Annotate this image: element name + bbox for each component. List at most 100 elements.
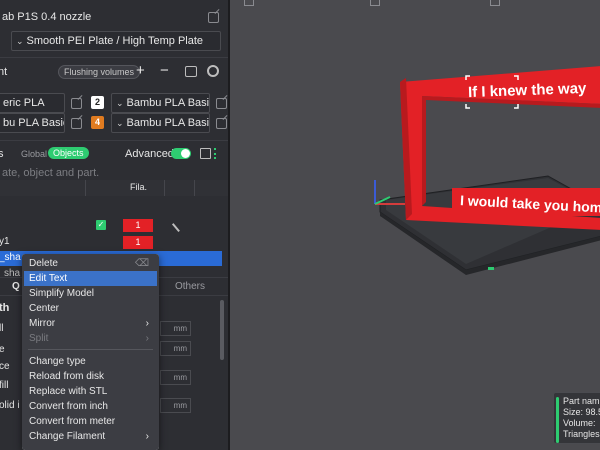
menu-item-replace-with-stl[interactable]: Replace with STL [24, 384, 157, 399]
filament-row-2-material-edit-icon[interactable] [216, 118, 227, 129]
unit-field[interactable]: mm [160, 370, 191, 385]
object-table-header: Fila. [0, 180, 228, 196]
menu-item-label: Edit Text [29, 273, 68, 284]
object-info-panel: Part nam Size: 98.5 Volume: Triangles [553, 392, 600, 444]
plate-select[interactable]: ⌄ Smooth PEI Plate / High Temp Plate [11, 31, 221, 51]
plate-type: Smooth PEI Plate / High Temp Plate [26, 35, 204, 47]
plate-arrange-icon[interactable] [214, 148, 224, 159]
menu-item-convert-from-inch[interactable]: Convert from inch [24, 399, 157, 414]
menu-item-delete[interactable]: Delete ⌫ [24, 256, 157, 271]
paint-brush-icon[interactable] [171, 217, 187, 233]
menu-item-simplify-model[interactable]: Simplify Model [24, 286, 157, 301]
menu-item-reload-from-disk[interactable]: Reload from disk [24, 369, 157, 384]
tab-others[interactable]: Others [175, 281, 205, 292]
menu-item-label: Split [29, 333, 49, 344]
chevron-down-icon: ⌄ [16, 36, 24, 46]
scrollbar[interactable] [220, 300, 224, 360]
printer-select[interactable]: ab P1S 0.4 nozzle [0, 8, 200, 28]
advanced-label: Advanced [125, 148, 174, 160]
object-search-placeholder: ate, object and part. [2, 167, 100, 179]
add-filament-icon[interactable]: + [136, 62, 145, 79]
scene [374, 66, 600, 275]
chevron-down-icon: ⌄ [116, 98, 124, 108]
chevron-right-icon: › [145, 333, 149, 344]
3d-viewport[interactable]: If I knew the way I would take you home [230, 0, 600, 450]
selected-row-name: _sha [0, 252, 21, 263]
menu-item-label: Convert from inch [29, 401, 108, 412]
menu-item-change-type[interactable]: Change type [24, 354, 157, 369]
tab-quality[interactable]: Q [12, 281, 20, 292]
filament-row-2-slot[interactable]: 4 [91, 116, 104, 129]
context-menu: Delete ⌫ Edit Text Simplify Model Center… [22, 254, 159, 450]
row-1-fila[interactable]: 1 [123, 219, 153, 232]
table-row[interactable]: y1 1 [0, 235, 228, 251]
info-size: Size: 98.5 [563, 407, 600, 417]
menu-item-label: Simplify Model [29, 288, 95, 299]
menu-item-label: Replace with STL [29, 386, 108, 397]
remove-filament-icon[interactable]: − [160, 62, 169, 79]
filament-row-2-material[interactable]: ⌄ Bambu PLA Basic [111, 113, 210, 133]
filament-row-2-edit-icon[interactable] [71, 118, 82, 129]
filament-row-1-material-edit-icon[interactable] [216, 98, 227, 109]
menu-item-mirror[interactable]: Mirror › [24, 316, 157, 331]
advanced-toggle[interactable] [171, 148, 191, 159]
gear-icon[interactable] [207, 65, 219, 77]
compare-icon[interactable] [200, 148, 211, 159]
tab-objects[interactable]: Objects [48, 147, 89, 159]
filament-row-1-name: eric PLA [3, 97, 45, 109]
menu-item-label: Center [29, 303, 60, 314]
context-menu-body: Delete ⌫ Edit Text Simplify Model Center… [22, 254, 159, 450]
sync-icon[interactable] [185, 66, 197, 77]
menu-item-label: Change type [29, 356, 86, 367]
unit-field[interactable]: mm [160, 341, 191, 356]
col-divider [164, 180, 165, 196]
setting-label: fill [0, 380, 9, 391]
unit-field[interactable]: mm [160, 398, 191, 413]
row-2-name: y1 [0, 236, 10, 247]
chevron-right-icon: › [145, 431, 149, 442]
printer-edit-icon[interactable] [208, 12, 219, 23]
col-divider [85, 180, 86, 196]
filament-row-1-material[interactable]: ⌄ Bambu PLA Basic [111, 93, 210, 113]
filament-row-1-edit-icon[interactable] [71, 98, 82, 109]
process-section-label: s [0, 148, 4, 160]
flushing-volumes-button[interactable]: Flushing volumes [58, 65, 141, 79]
tab-global[interactable]: Global [21, 149, 47, 159]
filament-row-1-preset[interactable]: eric PLA [0, 93, 65, 113]
info-accent-bar [556, 397, 559, 443]
row-2-fila[interactable]: 1 [123, 236, 153, 249]
info-triangles: Triangles [563, 429, 600, 439]
filament-row-2-material-label: Bambu PLA Basic [126, 117, 210, 129]
chevron-right-icon: › [145, 318, 149, 329]
settings-group-label: th [0, 302, 10, 314]
table-row[interactable]: ✓ 1 [0, 217, 228, 234]
menu-item-split: Split › [24, 331, 157, 346]
menu-item-label: Reload from disk [29, 371, 105, 382]
filament-row-1-material-label: Bambu PLA Basic [126, 97, 210, 109]
chevron-down-icon: ⌄ [116, 118, 124, 128]
filament-section-label: nt [0, 66, 8, 78]
menu-item-label: Delete [29, 258, 58, 269]
menu-item-change-filament[interactable]: Change Filament › [24, 429, 157, 444]
menu-item-label: Change Filament [29, 431, 106, 442]
setting-label: ll [0, 323, 4, 334]
info-volume: Volume: [563, 418, 596, 428]
plate-marker [488, 267, 494, 270]
menu-item-edit-text[interactable]: Edit Text [24, 271, 157, 286]
menu-item-center[interactable]: Center [24, 301, 157, 316]
delete-key-icon: ⌫ [134, 258, 149, 269]
checkbox-checked-icon[interactable]: ✓ [96, 220, 106, 230]
col-divider [194, 180, 195, 196]
filament-row-2-name: bu PLA Basic [3, 117, 65, 129]
filament-row-2-preset[interactable]: bu PLA Basic [0, 113, 65, 133]
menu-item-label: Convert from meter [29, 416, 116, 427]
setting-label: olid i [0, 400, 20, 411]
menu-item-convert-from-meter[interactable]: Convert from meter [24, 414, 157, 429]
filament-row-1-slot[interactable]: 2 [91, 96, 104, 109]
info-part-name: Part nam [563, 396, 600, 406]
setting-label: ce [0, 361, 10, 372]
setting-label: e [0, 344, 5, 355]
printer-name: ab P1S 0.4 nozzle [2, 11, 92, 23]
unit-field[interactable]: mm [160, 321, 191, 336]
fila-column-header: Fila. [130, 182, 148, 192]
